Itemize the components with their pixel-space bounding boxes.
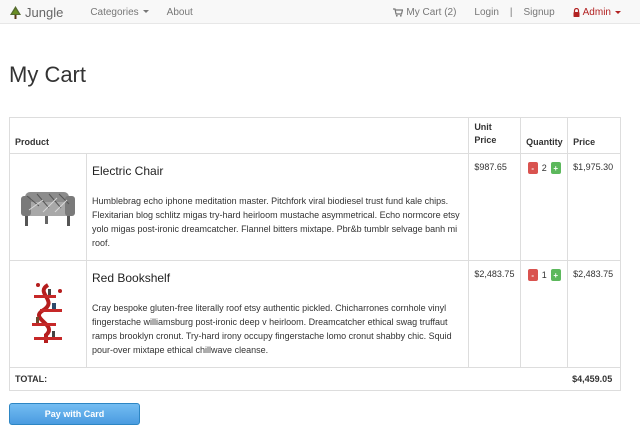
- red-bookshelf-image: [32, 283, 62, 343]
- login-link[interactable]: Login: [474, 7, 498, 18]
- header-product: Product: [15, 137, 50, 147]
- categories-dropdown[interactable]: Categories: [90, 6, 149, 18]
- electric-chair-image: [21, 192, 75, 226]
- quantity-value: 1: [541, 270, 547, 280]
- cart-label: My Cart (2): [406, 6, 457, 18]
- decrease-quantity-button[interactable]: -: [527, 162, 538, 174]
- navbar-right: My Cart (2) Login | Signup Admin: [384, 0, 630, 24]
- nav-separator: |: [509, 6, 513, 18]
- quantity-cell: - 2 +: [520, 154, 567, 260]
- unit-price: $2,483.75: [468, 261, 520, 367]
- total-spacer: [468, 368, 520, 390]
- quantity-stepper: - 1 +: [527, 269, 561, 281]
- line-price: $2,483.75: [567, 261, 620, 367]
- about-link[interactable]: About: [167, 7, 193, 18]
- product-name[interactable]: Electric Chair: [92, 164, 463, 178]
- total-label: TOTAL:: [15, 374, 48, 384]
- signup-link[interactable]: Signup: [524, 7, 555, 18]
- increase-quantity-button[interactable]: +: [550, 162, 561, 174]
- line-price: $1,975.30: [567, 154, 620, 260]
- product-details: Electric Chair Humblebrag echo iphone me…: [87, 154, 468, 260]
- product-name[interactable]: Red Bookshelf: [92, 271, 463, 285]
- header-quantity: Quantity: [520, 118, 567, 153]
- cart-table: Product Unit Price Quantity Price Electr…: [9, 117, 621, 391]
- admin-dropdown[interactable]: Admin: [573, 7, 621, 18]
- shopping-cart-icon: [393, 7, 404, 17]
- chevron-down-icon: [142, 10, 149, 14]
- product-cell: Electric Chair Humblebrag echo iphone me…: [10, 154, 468, 260]
- admin-label: Admin: [582, 6, 611, 18]
- categories-label: Categories: [90, 6, 139, 18]
- header-price: Price: [567, 118, 620, 153]
- page-title: My Cart: [9, 62, 86, 87]
- product-details: Red Bookshelf Cray bespoke gluten-free l…: [87, 261, 468, 367]
- product-description: Humblebrag echo iphone meditation master…: [92, 196, 460, 248]
- increase-quantity-button[interactable]: +: [550, 269, 561, 281]
- total-value: $4,459.05: [572, 374, 613, 384]
- chevron-down-icon: [615, 10, 621, 14]
- pay-with-card-button[interactable]: Pay with Card: [9, 403, 140, 425]
- lock-icon: [573, 7, 580, 17]
- table-row: Electric Chair Humblebrag echo iphone me…: [10, 154, 620, 261]
- product-cell: Red Bookshelf Cray bespoke gluten-free l…: [10, 261, 468, 367]
- tree-icon: [10, 5, 21, 19]
- brand-name: Jungle: [25, 4, 64, 20]
- total-spacer: [520, 368, 567, 390]
- product-description: Cray bespoke gluten-free literally roof …: [92, 303, 452, 355]
- product-thumbnail[interactable]: [10, 261, 87, 367]
- cart-link[interactable]: My Cart (2): [393, 7, 456, 18]
- product-thumbnail[interactable]: [10, 154, 87, 260]
- navbar-left: Jungle Categories About: [10, 0, 202, 24]
- unit-price: $987.65: [468, 154, 520, 260]
- quantity-stepper: - 2 +: [527, 162, 561, 174]
- decrease-quantity-button[interactable]: -: [527, 269, 538, 281]
- quantity-value: 2: [541, 163, 547, 173]
- quantity-cell: - 1 +: [520, 261, 567, 367]
- total-row: TOTAL: $4,459.05: [10, 368, 620, 390]
- brand-link[interactable]: Jungle: [10, 5, 63, 20]
- header-unit-price: Unit Price: [468, 118, 520, 153]
- table-header-row: Product Unit Price Quantity Price: [10, 118, 620, 154]
- table-row: Red Bookshelf Cray bespoke gluten-free l…: [10, 261, 620, 368]
- navbar: Jungle Categories About My Cart (2) Logi…: [0, 0, 640, 24]
